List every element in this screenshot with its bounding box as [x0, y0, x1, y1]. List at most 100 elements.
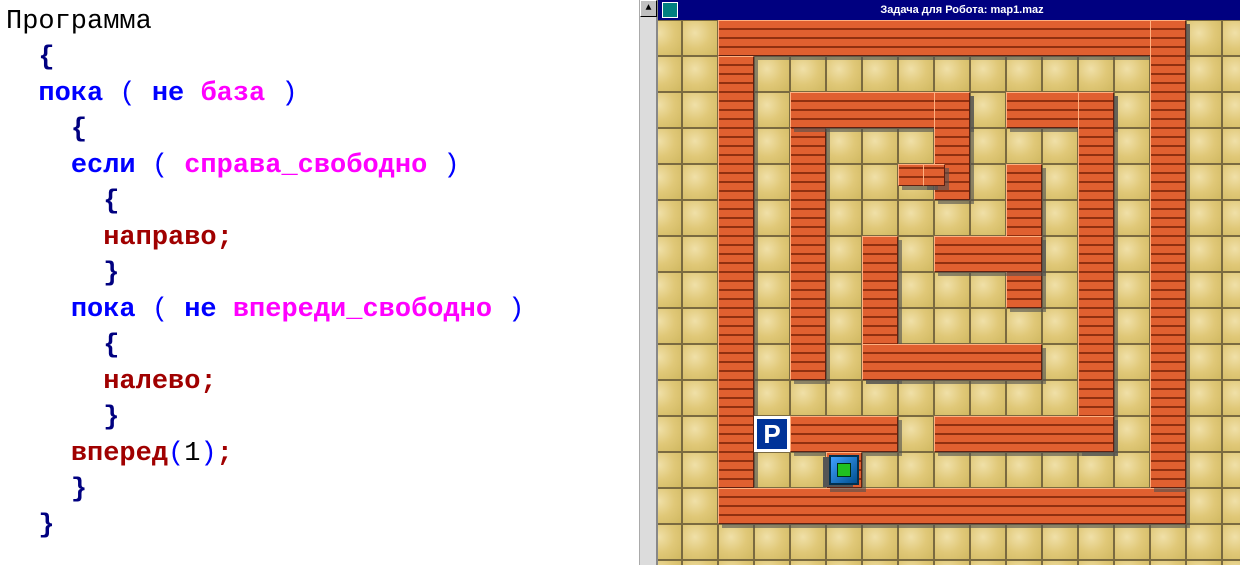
code-editor[interactable]: Программа { пока ( не база ) { если ( сп…	[0, 0, 658, 565]
floor-cell	[1186, 524, 1222, 560]
floor-cell	[1150, 524, 1186, 560]
robot-icon[interactable]	[829, 455, 859, 485]
floor-cell	[682, 200, 718, 236]
floor-cell	[970, 308, 1006, 344]
floor-cell	[658, 236, 682, 272]
floor-cell	[682, 344, 718, 380]
floor-cell	[1042, 236, 1078, 272]
floor-cell	[1114, 272, 1150, 308]
code-line[interactable]: }	[6, 400, 650, 436]
maze-titlebar[interactable]: Задача для Робота: map1.maz	[658, 0, 1240, 20]
floor-cell	[754, 344, 790, 380]
code-line[interactable]: направо;	[6, 220, 650, 256]
scroll-up-arrow-icon[interactable]: ▲	[640, 0, 657, 17]
floor-cell	[658, 452, 682, 488]
floor-cell	[790, 56, 826, 92]
floor-cell	[1114, 92, 1150, 128]
floor-cell	[1222, 308, 1240, 344]
floor-cell	[658, 164, 682, 200]
floor-cell	[862, 200, 898, 236]
wall-segment	[718, 488, 1186, 524]
floor-cell	[862, 560, 898, 565]
floor-cell	[1186, 344, 1222, 380]
floor-cell	[934, 56, 970, 92]
code-line[interactable]: Программа	[6, 4, 650, 40]
floor-cell	[754, 236, 790, 272]
floor-cell	[862, 128, 898, 164]
floor-cell	[1042, 308, 1078, 344]
code-line[interactable]: если ( справа_свободно )	[6, 148, 650, 184]
floor-cell	[862, 524, 898, 560]
code-token: (	[136, 295, 185, 325]
code-token: налево;	[103, 367, 216, 397]
floor-cell	[1114, 524, 1150, 560]
code-line[interactable]: {	[6, 112, 650, 148]
floor-cell	[970, 380, 1006, 416]
floor-cell	[1006, 524, 1042, 560]
maze-title-text: Задача для Робота: map1.maz	[684, 4, 1240, 16]
floor-cell	[898, 272, 934, 308]
floor-cell	[658, 56, 682, 92]
floor-cell	[826, 380, 862, 416]
floor-cell	[682, 164, 718, 200]
code-line[interactable]: }	[6, 472, 650, 508]
code-line[interactable]: }	[6, 256, 650, 292]
floor-cell	[826, 524, 862, 560]
floor-cell	[1114, 416, 1150, 452]
code-token: {	[71, 115, 87, 145]
floor-cell	[682, 560, 718, 565]
floor-cell	[1222, 164, 1240, 200]
code-line[interactable]: {	[6, 40, 650, 76]
code-token: )	[492, 295, 524, 325]
code-line[interactable]: пока ( не база )	[6, 76, 650, 112]
floor-cell	[826, 308, 862, 344]
floor-cell	[1222, 56, 1240, 92]
wall-segment	[718, 20, 1186, 56]
vertical-scrollbar[interactable]: ▲	[639, 0, 656, 565]
floor-cell	[1042, 344, 1078, 380]
code-line[interactable]: {	[6, 184, 650, 220]
code-line[interactable]: пока ( не впереди_свободно )	[6, 292, 650, 328]
floor-cell	[1006, 128, 1042, 164]
code-token: {	[103, 187, 119, 217]
floor-cell	[682, 272, 718, 308]
maze-canvas[interactable]: P	[658, 20, 1240, 565]
floor-cell	[1222, 272, 1240, 308]
maze-window: Задача для Робота: map1.maz P	[658, 0, 1240, 565]
floor-cell	[754, 200, 790, 236]
floor-cell	[754, 560, 790, 565]
code-token: }	[103, 403, 119, 433]
wall-segment	[718, 56, 754, 488]
code-line[interactable]: }	[6, 508, 650, 544]
floor-cell	[1042, 380, 1078, 416]
code-token: база	[200, 79, 265, 109]
floor-cell	[658, 128, 682, 164]
code-token: {	[103, 331, 119, 361]
code-line[interactable]: вперед(1);	[6, 436, 650, 472]
floor-cell	[1186, 164, 1222, 200]
floor-cell	[1042, 128, 1078, 164]
code-token: 1	[184, 439, 200, 469]
floor-cell	[1078, 560, 1114, 565]
code-token: )	[265, 79, 297, 109]
floor-cell	[1114, 236, 1150, 272]
code-token: ;	[217, 439, 233, 469]
code-token: не	[184, 295, 233, 325]
floor-cell	[1114, 380, 1150, 416]
wall-segment	[790, 92, 826, 380]
floor-cell	[1042, 200, 1078, 236]
code-token: не	[152, 79, 201, 109]
floor-cell	[682, 20, 718, 56]
floor-cell	[826, 164, 862, 200]
floor-cell	[682, 380, 718, 416]
code-token: }	[103, 259, 119, 289]
floor-cell	[1186, 560, 1222, 565]
code-line[interactable]: {	[6, 328, 650, 364]
floor-cell	[898, 236, 934, 272]
floor-cell	[898, 380, 934, 416]
code-line[interactable]: налево;	[6, 364, 650, 400]
code-token: направо;	[103, 223, 233, 253]
floor-cell	[898, 308, 934, 344]
floor-cell	[1186, 488, 1222, 524]
floor-cell	[1078, 56, 1114, 92]
